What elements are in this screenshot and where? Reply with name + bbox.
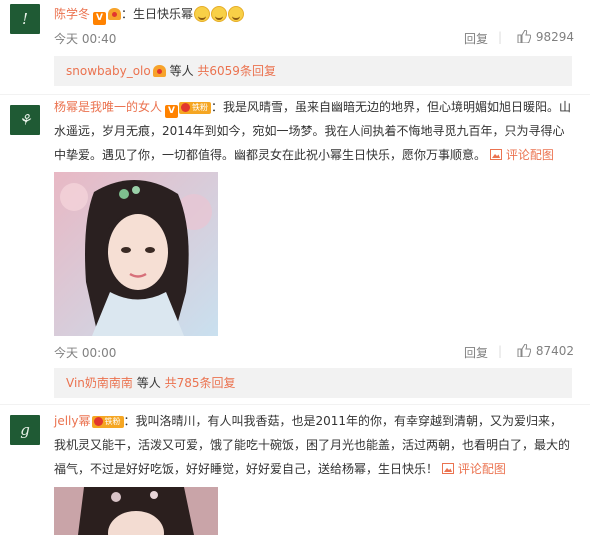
timestamp: 今天 00:40 — [54, 32, 117, 46]
comment-meta: 今天 00:40 回复 | 98294 — [54, 30, 574, 47]
username-link[interactable]: jelly幂 — [54, 414, 91, 428]
portrait-photo — [54, 487, 218, 535]
portrait-photo — [54, 172, 218, 336]
comment-image[interactable] — [54, 487, 218, 535]
verified-icon: V — [165, 105, 179, 118]
divider: | — [497, 30, 502, 44]
like-button[interactable]: 87402 — [517, 344, 574, 358]
member-crown-icon — [152, 65, 166, 77]
image-icon — [441, 463, 454, 474]
divider — [0, 404, 590, 405]
sub-reply-user[interactable]: Vin奶南南南 — [66, 376, 133, 390]
view-replies-link[interactable]: 共6059条回复 — [197, 64, 276, 78]
reply-button[interactable]: 回复 — [464, 344, 488, 361]
username-link[interactable]: 陈学冬 — [54, 7, 90, 21]
avatar[interactable]: g — [10, 415, 40, 445]
comment-meta: 今天 00:00 回复 | 87402 — [54, 344, 574, 361]
grin-emoji-icon — [211, 6, 228, 22]
comment-image[interactable] — [54, 172, 218, 336]
picture-comment-link[interactable]: 评论配图 — [489, 148, 554, 162]
username-link[interactable]: 杨幂是我唯一的女人 — [54, 100, 162, 114]
member-crown-icon — [108, 8, 122, 20]
verified-icon: V — [93, 12, 107, 25]
thumbs-up-icon — [517, 30, 531, 43]
image-icon — [489, 149, 502, 160]
sub-reply-user[interactable]: snowbaby_olo — [66, 64, 151, 78]
timestamp: 今天 00:00 — [54, 346, 117, 360]
avatar[interactable]: ! — [10, 4, 40, 34]
sub-reply-text: 等人 — [169, 64, 194, 78]
comment-text: 陈学冬 V ：生日快乐幂 — [54, 2, 574, 26]
thumbs-up-icon — [517, 344, 531, 357]
like-count: 98294 — [535, 30, 574, 44]
view-replies-link[interactable]: 共785条回复 — [165, 376, 236, 390]
comment-text: 杨幂是我唯一的女人 V 铁粉 ：我是风晴雪，虽来自幽暗无边的地界，但心境明媚如旭日暖阳… — [54, 95, 574, 167]
avatar[interactable]: ⚘ — [10, 105, 40, 135]
like-count: 87402 — [535, 344, 574, 358]
like-button[interactable]: 98294 — [517, 30, 574, 44]
comment-body: ：生日快乐幂 — [121, 7, 194, 21]
fan-badge: 铁粉 — [91, 416, 124, 428]
divider: | — [497, 344, 502, 358]
picture-comment-link[interactable]: 评论配图 — [441, 462, 506, 476]
sub-reply-box[interactable]: snowbaby_olo 等人 共6059条回复 — [54, 56, 572, 86]
reply-button[interactable]: 回复 — [464, 30, 488, 47]
sub-reply-box[interactable]: Vin奶南南南 等人 共785条回复 — [54, 368, 572, 398]
grin-emoji-icon — [228, 6, 245, 22]
comment-text: jelly幂 铁粉 ：我叫洛晴川，有人叫我香菇，也是2011年的你，有幸穿越到清朝，… — [54, 409, 574, 481]
grin-emoji-icon — [194, 6, 211, 22]
fan-badge: 铁粉 — [179, 102, 212, 114]
sub-reply-text: 等人 — [136, 376, 161, 390]
